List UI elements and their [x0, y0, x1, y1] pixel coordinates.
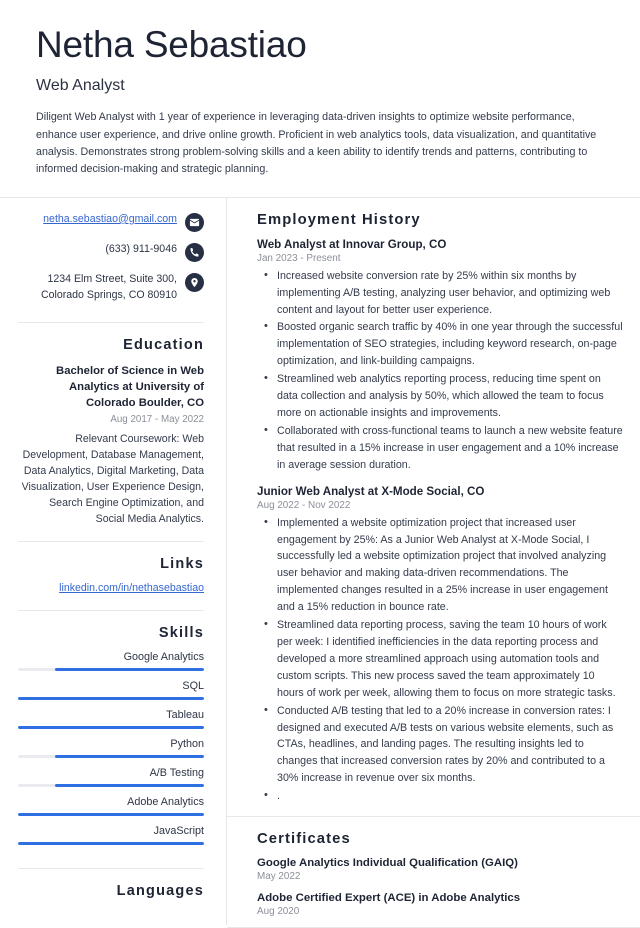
skill-progress-track: [18, 784, 204, 788]
employment-date: Jan 2023 - Present: [257, 252, 341, 264]
languages-heading: Languages: [116, 883, 204, 900]
certificates-section: Certificates Google Analytics Individual…: [227, 817, 640, 927]
skill-progress-fill: [18, 842, 204, 846]
skill-item: Tableau: [18, 709, 204, 730]
candidate-job-title: Web Analyst: [36, 77, 125, 95]
contact-address-row: 1234 Elm Street, Suite 300, Colorado Spr…: [18, 272, 204, 304]
skill-item: Python: [18, 738, 204, 759]
skills-list: Google Analytics SQL Tableau Python A/B Test…: [18, 651, 204, 846]
languages-section: Languages: [18, 869, 204, 923]
skill-progress-fill: [18, 697, 204, 701]
certificate-date: Aug 2020: [257, 906, 300, 918]
skill-progress-fill: [18, 726, 204, 730]
employment-section: Employment History Web Analyst at Innova…: [227, 198, 640, 816]
certificate-name: Adobe Certified Expert (ACE) in Adobe An…: [257, 892, 521, 905]
employment-bullet: Implemented a website optimization proje…: [264, 514, 624, 616]
skill-progress-track: [18, 668, 204, 672]
jobs-list: Web Analyst at Innovar Group, CO Jan 2023…: [257, 238, 624, 805]
education-description: Relevant Coursework: Web Development, Da…: [21, 432, 204, 526]
contact-phone-row[interactable]: (633) 911-9046: [18, 242, 204, 262]
certificates-heading: Certificates: [257, 831, 351, 848]
skill-item: Adobe Analytics: [18, 796, 204, 817]
employment-entry: Junior Web Analyst at X-Mode Social, CO A…: [257, 485, 624, 805]
certificate-entry: Google Analytics Individual Qualificatio…: [257, 857, 624, 882]
sidebar: netha.sebastiao@gmail.com (633) 911-9046…: [0, 197, 227, 925]
skill-label: Google Analytics: [123, 651, 204, 664]
employment-title: Junior Web Analyst at X-Mode Social, CO: [257, 484, 485, 498]
contact-email[interactable]: netha.sebastiao@gmail.com: [43, 212, 177, 228]
employment-bullet-list: Increased website conversion rate by 25%…: [257, 267, 624, 474]
skill-progress-fill: [55, 784, 204, 788]
certificates-list: Google Analytics Individual Qualificatio…: [257, 857, 624, 917]
skills-section: Skills Google Analytics SQL Tableau Python A…: [18, 611, 204, 868]
skill-progress-track: [18, 726, 204, 730]
skill-progress-track: [18, 813, 204, 817]
employment-title: Web Analyst at Innovar Group, CO: [257, 237, 447, 251]
employment-date: Aug 2022 - Nov 2022: [257, 499, 351, 511]
skill-progress-track: [18, 697, 204, 701]
skill-progress-fill: [18, 813, 204, 817]
education-heading: Education: [123, 336, 204, 353]
skill-progress-fill: [55, 668, 204, 672]
employment-bullet: Boosted organic search traffic by 40% in…: [264, 318, 624, 370]
resume-header: Netha Sebastiao Web Analyst Diligent Web…: [0, 0, 640, 197]
skill-progress-track: [18, 755, 204, 759]
candidate-name: Netha Sebastiao: [36, 24, 307, 65]
skill-label: JavaScript: [153, 825, 204, 838]
employment-bullet: Conducted A/B testing that led to a 20% …: [264, 702, 624, 788]
skill-label: Adobe Analytics: [127, 796, 204, 809]
skill-label: Tableau: [166, 709, 204, 722]
resume-page: Netha Sebastiao Web Analyst Diligent Web…: [0, 0, 640, 928]
employment-bullet: Collaborated with cross-functional teams…: [264, 422, 624, 474]
skill-label: SQL: [182, 680, 204, 693]
contact-address: 1234 Elm Street, Suite 300, Colorado Spr…: [40, 272, 177, 301]
body-columns: netha.sebastiao@gmail.com (633) 911-9046…: [0, 197, 640, 928]
skill-item: A/B Testing: [18, 767, 204, 788]
employment-entry: Web Analyst at Innovar Group, CO Jan 2023…: [257, 238, 624, 474]
envelope-icon: [185, 212, 204, 232]
skill-progress-fill: [55, 755, 204, 759]
link-item-linkedin[interactable]: linkedin.com/in/nethasebastiao: [18, 582, 204, 594]
professional-summary: Diligent Web Analyst with 1 year of expe…: [36, 111, 597, 176]
links-heading: Links: [160, 556, 204, 573]
employment-bullet: Streamlined data reporting process, savi…: [264, 616, 624, 702]
phone-icon: [185, 242, 204, 262]
employment-bullet: .: [264, 787, 624, 805]
skill-item: SQL: [18, 680, 204, 701]
contact-phone[interactable]: (633) 911-9046: [105, 242, 177, 258]
education-date: Aug 2017 - May 2022: [110, 413, 204, 425]
map-pin-icon: [185, 272, 204, 292]
skill-item: Google Analytics: [18, 651, 204, 672]
certificate-date: May 2022: [257, 871, 301, 883]
links-section: Links linkedin.com/in/nethasebastiao: [18, 542, 204, 610]
skill-label: Python: [170, 738, 204, 751]
education-section: Education Bachelor of Science in Web Ana…: [18, 323, 204, 542]
employment-bullet: Streamlined web analytics reporting proc…: [264, 370, 624, 422]
main-column: Employment History Web Analyst at Innova…: [227, 198, 640, 928]
certificate-name: Google Analytics Individual Qualificatio…: [257, 857, 518, 870]
skill-label: A/B Testing: [149, 767, 204, 780]
education-degree: Bachelor of Science in Web Analytics at …: [56, 364, 204, 410]
employment-heading: Employment History: [257, 211, 421, 228]
skill-item: JavaScript: [18, 825, 204, 846]
skill-progress-track: [18, 842, 204, 846]
skills-heading: Skills: [158, 625, 204, 642]
employment-bullet-list: Implemented a website optimization proje…: [257, 514, 624, 805]
employment-bullet: Increased website conversion rate by 25%…: [264, 267, 624, 319]
contact-email-row[interactable]: netha.sebastiao@gmail.com: [18, 212, 204, 232]
contact-block: netha.sebastiao@gmail.com (633) 911-9046…: [18, 198, 204, 322]
